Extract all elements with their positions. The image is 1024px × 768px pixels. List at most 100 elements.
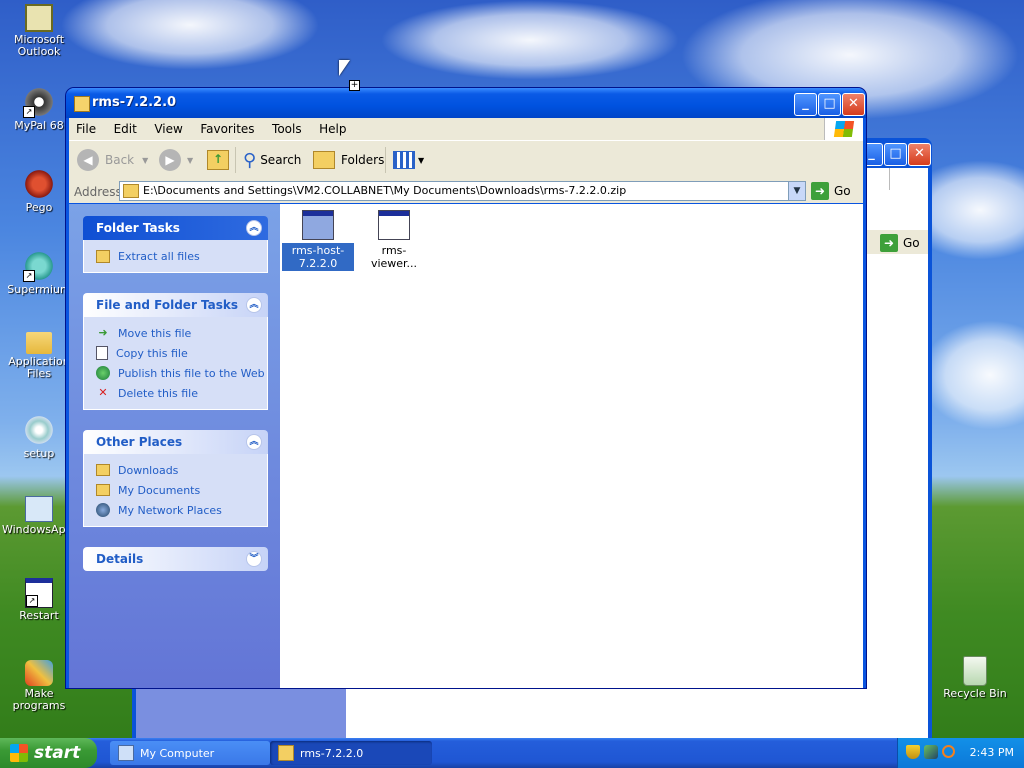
maximize-button-bg[interactable]: □	[884, 143, 907, 166]
file-folder-tasks-header[interactable]: File and Folder Tasks ︽	[83, 293, 268, 317]
zip-folder-icon	[123, 184, 139, 198]
windows-app-icon	[25, 496, 53, 522]
back-button[interactable]: ◀ Back ▼	[77, 147, 148, 173]
menu-file[interactable]: File	[69, 118, 103, 136]
search-button[interactable]: ⚲ Search	[243, 147, 301, 173]
views-button[interactable]: ▼	[393, 147, 424, 173]
task-move-file[interactable]: ➜ Move this file	[96, 323, 267, 343]
task-label: Copy this file	[116, 346, 188, 360]
background-go-button[interactable]: ➜ Go	[880, 234, 920, 252]
details-header[interactable]: Details ︾	[83, 547, 268, 571]
desktop-icon-outlook[interactable]: Microsoft Outlook	[0, 4, 78, 58]
address-dropdown-icon[interactable]: ▼	[788, 182, 805, 200]
folder-tasks-panel: Folder Tasks ︽ Extract all files	[83, 216, 268, 273]
menu-view[interactable]: View	[147, 118, 189, 136]
panel-title: Other Places	[96, 435, 183, 449]
task-label: Move this file	[118, 326, 192, 340]
place-my-network-places[interactable]: My Network Places	[96, 500, 267, 520]
windows-flag-icon	[10, 744, 28, 762]
place-my-documents[interactable]: My Documents	[96, 480, 267, 500]
toolbar-separator	[385, 147, 386, 173]
copy-icon	[96, 346, 108, 360]
forward-dropdown-icon: ▼	[187, 155, 194, 165]
cloud	[920, 320, 1024, 430]
task-publish-web[interactable]: Publish this file to the Web	[96, 363, 267, 383]
desktop-icon-label: Make programs	[12, 687, 66, 712]
outlook-icon	[25, 4, 53, 32]
file-item-rms-viewer[interactable]: rms-viewer...	[358, 210, 430, 271]
up-folder-button[interactable]: ↑	[207, 147, 229, 173]
minimize-button[interactable]: _	[794, 93, 817, 116]
mouse-cursor-icon	[339, 60, 350, 76]
application-icon	[302, 210, 334, 240]
go-button[interactable]: ➜ Go	[811, 182, 851, 200]
place-label: My Network Places	[118, 503, 222, 517]
toolbar: ◀ Back ▼ ▶ ▼ ↑ ⚲ Search Folders ▼	[69, 140, 863, 180]
folder-tasks-header[interactable]: Folder Tasks ︽	[83, 216, 268, 240]
task-label: My Computer	[140, 746, 215, 760]
application-icon	[378, 210, 410, 240]
other-places-header[interactable]: Other Places ︽	[83, 430, 268, 454]
back-arrow-icon: ◀	[77, 149, 99, 171]
desktop-icon-recycle-bin[interactable]: Recycle Bin	[936, 656, 1014, 700]
expand-chevron-icon[interactable]: ︾	[246, 551, 262, 567]
menu-help[interactable]: Help	[312, 118, 353, 136]
file-list[interactable]: rms-host-7.2.2.0 rms-viewer...	[280, 204, 863, 688]
task-delete-file[interactable]: ✕ Delete this file	[96, 383, 267, 403]
other-places-panel: Other Places ︽ Downloads My Documents My…	[83, 430, 268, 527]
maximize-button[interactable]: □	[818, 93, 841, 116]
menu-edit[interactable]: Edit	[107, 118, 144, 136]
back-dropdown-icon: ▼	[142, 155, 149, 165]
task-label: Extract all files	[118, 249, 200, 263]
panel-title: File and Folder Tasks	[96, 298, 239, 312]
collapse-chevron-icon[interactable]: ︽	[246, 297, 262, 313]
network-icon[interactable]	[924, 745, 938, 759]
menu-bar: File Edit View Favorites Tools Help	[69, 118, 863, 140]
explorer-window[interactable]: rms-7.2.2.0 _ □ ✕ File Edit View Favorit…	[66, 88, 866, 688]
supermium-icon: ↗	[23, 250, 55, 282]
file-folder-tasks-body: ➜ Move this file Copy this file Publish …	[83, 317, 268, 410]
go-label: Go	[903, 236, 920, 250]
toolbar-separator	[235, 147, 236, 173]
zip-folder-icon	[278, 745, 294, 761]
menu-favorites[interactable]: Favorites	[193, 118, 261, 136]
folders-button[interactable]: Folders	[313, 147, 384, 173]
start-button[interactable]: start	[0, 738, 97, 768]
windows-logo-icon	[824, 118, 863, 140]
search-tray-icon[interactable]	[942, 745, 955, 758]
clock[interactable]: 2:43 PM	[970, 746, 1014, 759]
task-extract-all-files[interactable]: Extract all files	[96, 246, 267, 266]
delete-icon: ✕	[98, 386, 108, 399]
cloud	[380, 0, 680, 80]
task-label: Delete this file	[118, 386, 198, 400]
recycle-bin-icon	[963, 656, 987, 686]
zip-folder-icon	[74, 96, 90, 112]
address-field[interactable]: E:\Documents and Settings\VM2.COLLABNET\…	[119, 181, 806, 201]
file-item-rms-host[interactable]: rms-host-7.2.2.0	[282, 210, 354, 271]
taskbar-item-my-computer[interactable]: My Computer	[110, 741, 270, 765]
background-winlogo	[889, 168, 928, 190]
search-label: Search	[260, 153, 302, 167]
forward-arrow-icon: ▶	[159, 149, 181, 171]
forward-button[interactable]: ▶ ▼	[159, 147, 193, 173]
task-label: Publish this file to the Web	[118, 366, 265, 380]
details-panel: Details ︾	[83, 547, 268, 571]
menu-tools[interactable]: Tools	[265, 118, 309, 136]
close-button-bg[interactable]: ✕	[908, 143, 931, 166]
start-label: start	[34, 743, 81, 763]
collapse-chevron-icon[interactable]: ︽	[246, 434, 262, 450]
title-bar[interactable]: rms-7.2.2.0 _ □ ✕	[66, 88, 866, 118]
place-downloads[interactable]: Downloads	[96, 460, 267, 480]
file-name: rms-viewer...	[370, 244, 418, 270]
close-button[interactable]: ✕	[842, 93, 865, 116]
make-programs-icon	[25, 660, 53, 686]
desktop-icon-label: Microsoft Outlook	[13, 33, 65, 58]
up-folder-icon: ↑	[207, 150, 229, 170]
task-copy-file[interactable]: Copy this file	[96, 343, 267, 363]
my-documents-icon	[96, 484, 110, 496]
taskbar-item-rms[interactable]: rms-7.2.2.0	[270, 741, 432, 765]
window-title: rms-7.2.2.0	[92, 95, 177, 110]
go-label: Go	[834, 184, 851, 198]
security-shield-icon[interactable]	[906, 745, 920, 759]
collapse-chevron-icon[interactable]: ︽	[246, 220, 262, 236]
